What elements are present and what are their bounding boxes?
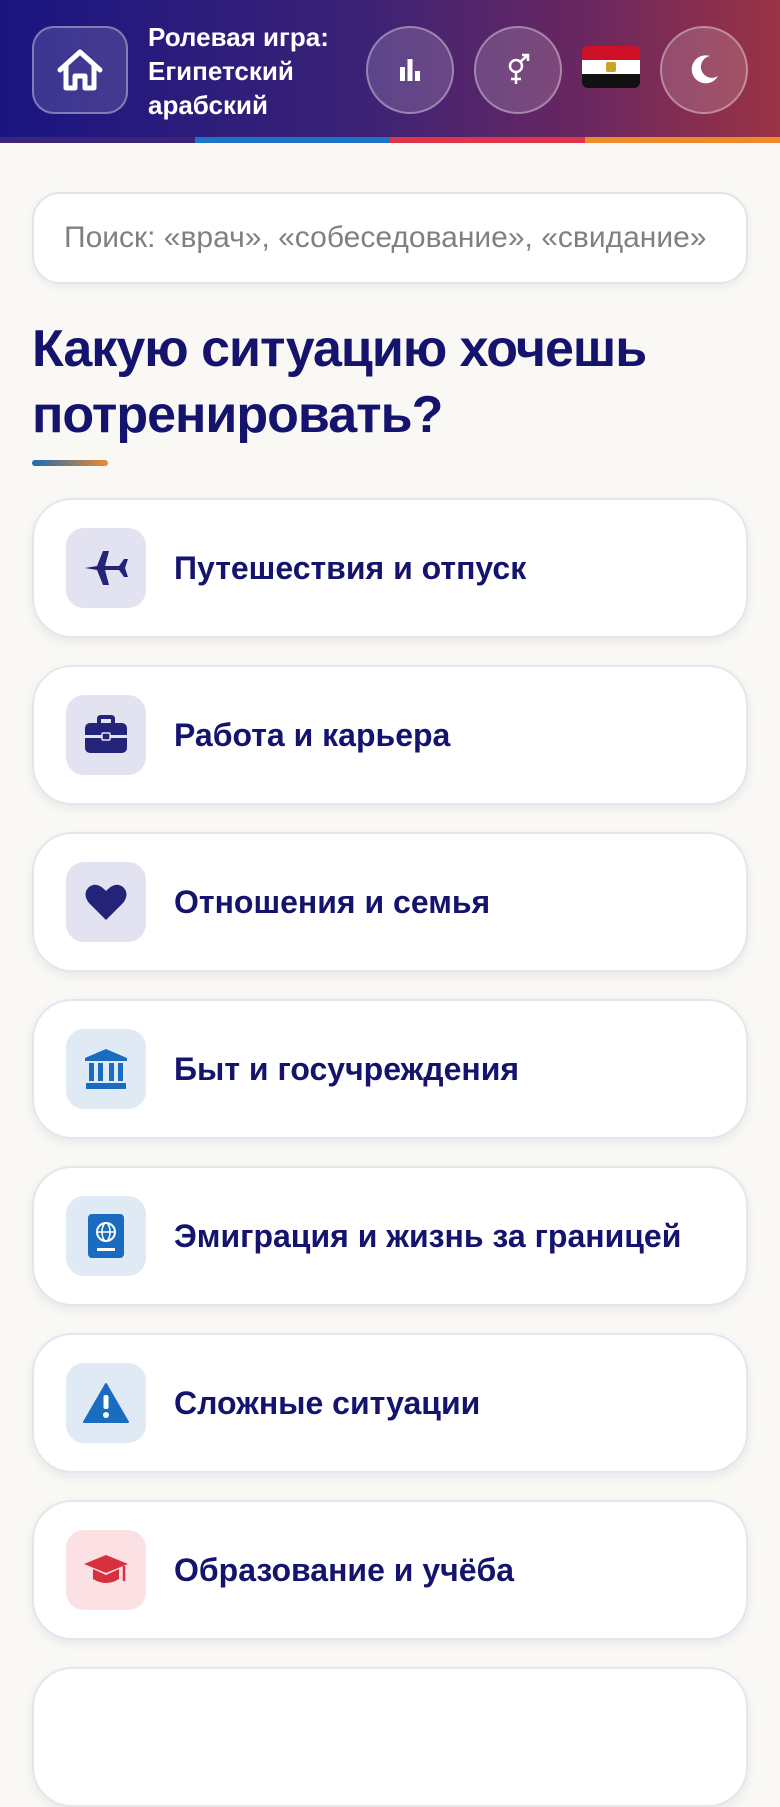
category-icon-box	[66, 528, 146, 608]
category-travel[interactable]: Путешествия и отпуск	[32, 498, 748, 638]
bank-icon	[85, 1049, 127, 1089]
category-education[interactable]: Образование и учёба	[32, 1500, 748, 1640]
search-box[interactable]	[32, 192, 748, 284]
category-icon-box	[66, 1530, 146, 1610]
home-button[interactable]	[32, 26, 128, 114]
category-label: Сложные ситуации	[174, 1384, 481, 1421]
home-icon	[57, 49, 103, 91]
category-icon-box	[66, 1196, 146, 1276]
app-header: Ролевая игра: Египетский арабский	[0, 0, 780, 143]
header-color-stripe	[0, 137, 780, 143]
title-underline	[32, 460, 108, 466]
moon-icon	[691, 55, 718, 84]
egypt-flag-icon[interactable]	[582, 46, 640, 88]
gender-button[interactable]	[474, 26, 562, 114]
briefcase-icon	[85, 715, 127, 753]
category-partial-next[interactable]	[32, 1667, 748, 1807]
gender-icon	[508, 53, 530, 84]
category-work[interactable]: Работа и карьера	[32, 665, 748, 805]
category-label: Путешествия и отпуск	[174, 549, 527, 586]
app-title: Ролевая игра: Египетский арабский	[148, 22, 329, 120]
category-relationships[interactable]: Отношения и семья	[32, 832, 748, 972]
page-title: Какую ситуацию хочешь потренировать?	[32, 320, 647, 444]
category-emigration[interactable]: Эмиграция и жизнь за границей	[32, 1166, 748, 1306]
category-label: Эмиграция и жизнь за границей	[174, 1217, 682, 1254]
category-icon-box	[66, 1363, 146, 1443]
category-label: Работа и карьера	[174, 716, 451, 753]
category-label: Образование и учёба	[174, 1551, 515, 1588]
graduation-cap-icon	[84, 1555, 128, 1583]
passport-icon	[88, 1214, 124, 1258]
category-daily-life[interactable]: Быт и госучреждения	[32, 999, 748, 1139]
airplane-icon	[85, 551, 128, 585]
heart-icon	[85, 884, 127, 920]
category-icon-box	[66, 695, 146, 775]
bar-chart-icon	[400, 59, 420, 81]
category-icon-box	[66, 862, 146, 942]
category-difficult-situations[interactable]: Сложные ситуации	[32, 1333, 748, 1473]
theme-toggle-button[interactable]	[660, 26, 748, 114]
category-icon-box	[66, 1029, 146, 1109]
stats-button[interactable]	[366, 26, 454, 114]
search-input[interactable]	[64, 221, 716, 255]
warning-icon	[83, 1383, 129, 1423]
category-label: Быт и госучреждения	[174, 1050, 520, 1087]
category-label: Отношения и семья	[174, 883, 491, 920]
